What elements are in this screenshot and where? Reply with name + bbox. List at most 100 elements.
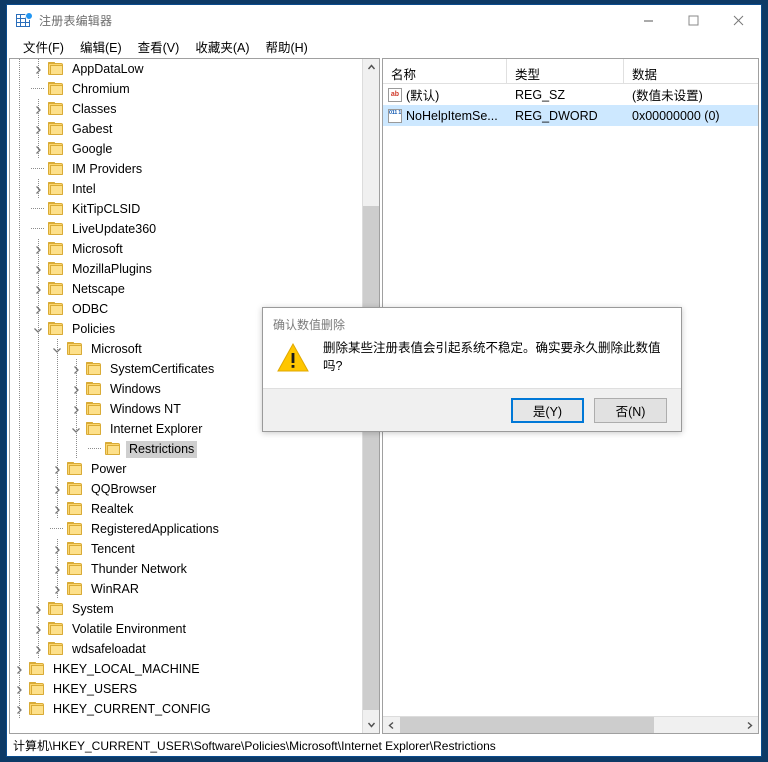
chevron-right-icon[interactable] [33, 284, 43, 294]
tree-expander[interactable] [29, 239, 48, 259]
chevron-right-icon[interactable] [52, 544, 62, 554]
menu-edit[interactable]: 编辑(E) [72, 35, 130, 58]
chevron-right-icon[interactable] [33, 124, 43, 134]
tree-expander[interactable] [67, 379, 86, 399]
tree-item-gabest[interactable]: Gabest [10, 119, 362, 139]
scroll-left-icon[interactable] [383, 717, 400, 733]
tree-expander[interactable] [48, 579, 67, 599]
tree-item-winrar[interactable]: WinRAR [10, 579, 362, 599]
values-scroll-thumb[interactable] [400, 717, 654, 733]
tree-expander[interactable] [10, 699, 29, 719]
tree-expander[interactable] [29, 599, 48, 619]
tree-item-power[interactable]: Power [10, 459, 362, 479]
tree-item-appdatalow[interactable]: AppDataLow [10, 59, 362, 79]
chevron-right-icon[interactable] [14, 704, 24, 714]
chevron-down-icon[interactable] [52, 344, 62, 354]
tree-expander[interactable] [48, 559, 67, 579]
tree-item-classes[interactable]: Classes [10, 99, 362, 119]
maximize-icon[interactable] [671, 5, 716, 35]
tree-expander[interactable] [48, 339, 67, 359]
tree-expander[interactable] [29, 319, 48, 339]
menu-favorites[interactable]: 收藏夹(A) [187, 35, 257, 58]
dialog-no-button[interactable]: 否(N) [594, 397, 667, 423]
tree-item-kittipclsid[interactable]: KitTipCLSID [10, 199, 362, 219]
tree-item-netscape[interactable]: Netscape [10, 279, 362, 299]
tree-expander[interactable] [48, 459, 67, 479]
tree-item-tencent[interactable]: Tencent [10, 539, 362, 559]
chevron-right-icon[interactable] [52, 564, 62, 574]
tree-expander[interactable] [29, 179, 48, 199]
tree-item-intel[interactable]: Intel [10, 179, 362, 199]
chevron-right-icon[interactable] [33, 144, 43, 154]
tree-item-liveupdate360[interactable]: LiveUpdate360 [10, 219, 362, 239]
menu-help[interactable]: 帮助(H) [257, 35, 315, 58]
tree-expander[interactable] [29, 299, 48, 319]
chevron-right-icon[interactable] [52, 504, 62, 514]
tree-item-mozillaplugins[interactable]: MozillaPlugins [10, 259, 362, 279]
values-horizontal-scrollbar[interactable] [383, 716, 758, 733]
tree-scroll-thumb[interactable] [363, 206, 379, 710]
tree-expander[interactable] [29, 259, 48, 279]
chevron-right-icon[interactable] [33, 604, 43, 614]
chevron-right-icon[interactable] [33, 624, 43, 634]
dialog-yes-button[interactable]: 是(Y) [511, 397, 584, 423]
values-list[interactable]: ab (默认) REG_SZ (数值未设置) 011 110 010 NoHelpItem… [383, 84, 758, 126]
value-row[interactable]: ab (默认) REG_SZ (数值未设置) [383, 84, 758, 105]
tree-item-microsoft[interactable]: Microsoft [10, 239, 362, 259]
tree-item-volatile-environment[interactable]: Volatile Environment [10, 619, 362, 639]
tree-item-registeredapplications[interactable]: RegisteredApplications [10, 519, 362, 539]
tree-item-hkey-local-machine[interactable]: HKEY_LOCAL_MACHINE [10, 659, 362, 679]
chevron-right-icon[interactable] [71, 384, 81, 394]
column-header-type[interactable]: 类型 [507, 59, 624, 84]
tree-expander[interactable] [29, 619, 48, 639]
tree-item-chromium[interactable]: Chromium [10, 79, 362, 99]
tree-expander[interactable] [29, 639, 48, 659]
chevron-right-icon[interactable] [71, 364, 81, 374]
tree-item-restrictions[interactable]: Restrictions [10, 439, 362, 459]
chevron-right-icon[interactable] [33, 264, 43, 274]
tree-item-wdsafeloadat[interactable]: wdsafeloadat [10, 639, 362, 659]
chevron-right-icon[interactable] [14, 664, 24, 674]
close-icon[interactable] [716, 5, 761, 35]
tree-expander[interactable] [29, 59, 48, 79]
tree-item-qqbrowser[interactable]: QQBrowser [10, 479, 362, 499]
chevron-right-icon[interactable] [33, 304, 43, 314]
tree-item-google[interactable]: Google [10, 139, 362, 159]
tree-expander[interactable] [29, 99, 48, 119]
chevron-down-icon[interactable] [71, 424, 81, 434]
chevron-right-icon[interactable] [14, 684, 24, 694]
minimize-icon[interactable] [626, 5, 671, 35]
tree-expander[interactable] [29, 279, 48, 299]
tree-item-thunder-network[interactable]: Thunder Network [10, 559, 362, 579]
chevron-right-icon[interactable] [33, 104, 43, 114]
chevron-right-icon[interactable] [33, 244, 43, 254]
tree-expander[interactable] [67, 419, 86, 439]
column-header-data[interactable]: 数据 [624, 59, 758, 84]
tree-item-realtek[interactable]: Realtek [10, 499, 362, 519]
tree-expander[interactable] [48, 539, 67, 559]
tree-item-hkey-current-config[interactable]: HKEY_CURRENT_CONFIG [10, 699, 362, 719]
tree-expander[interactable] [67, 359, 86, 379]
column-header-name[interactable]: 名称 [383, 59, 507, 84]
chevron-right-icon[interactable] [33, 64, 43, 74]
chevron-right-icon[interactable] [52, 484, 62, 494]
tree-expander[interactable] [67, 399, 86, 419]
tree-expander[interactable] [10, 659, 29, 679]
tree-item-system[interactable]: System [10, 599, 362, 619]
chevron-right-icon[interactable] [52, 464, 62, 474]
menu-file[interactable]: 文件(F) [15, 35, 72, 58]
tree-expander[interactable] [29, 139, 48, 159]
value-row[interactable]: 011 110 010 NoHelpItemSe... REG_DWORD 0x000… [383, 105, 758, 126]
tree-expander[interactable] [48, 479, 67, 499]
tree-item-im-providers[interactable]: IM Providers [10, 159, 362, 179]
menu-view[interactable]: 查看(V) [130, 35, 188, 58]
scroll-up-icon[interactable] [363, 59, 379, 76]
chevron-down-icon[interactable] [33, 324, 43, 334]
scroll-right-icon[interactable] [741, 717, 758, 733]
chevron-right-icon[interactable] [33, 184, 43, 194]
tree-item-hkey-users[interactable]: HKEY_USERS [10, 679, 362, 699]
tree-expander[interactable] [10, 679, 29, 699]
tree-expander[interactable] [29, 119, 48, 139]
chevron-right-icon[interactable] [33, 644, 43, 654]
chevron-right-icon[interactable] [71, 404, 81, 414]
